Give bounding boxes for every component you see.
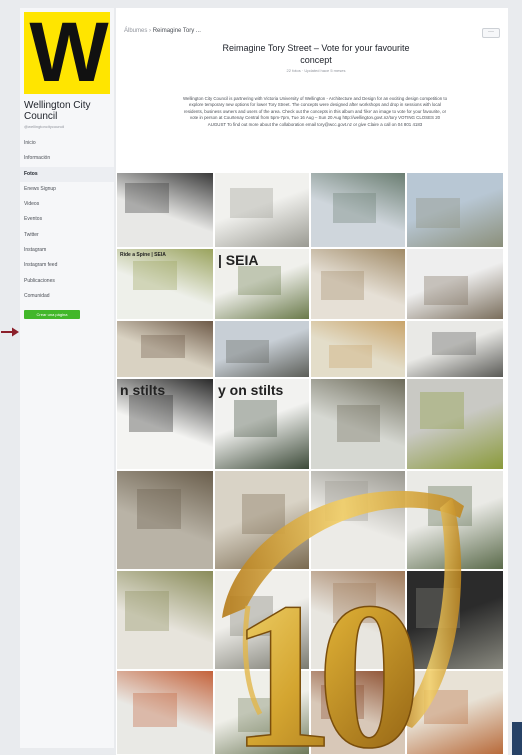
- album-photo[interactable]: [116, 670, 214, 755]
- album-photo[interactable]: [406, 172, 504, 248]
- sidebar-item-eventos[interactable]: Eventos: [20, 212, 114, 227]
- album-title: Reimagine Tory Street – Vote for your fa…: [222, 43, 410, 65]
- photo-detail: [133, 261, 178, 290]
- photo-detail: [230, 596, 274, 636]
- album-photo[interactable]: [116, 320, 214, 378]
- album-photo[interactable]: [116, 470, 214, 570]
- album-photo[interactable]: [214, 172, 310, 248]
- photo-detail: [428, 486, 473, 526]
- sidebar-item-twitter[interactable]: Twitter: [20, 228, 114, 243]
- photo-grid: Ride a Spine | SEIA | SEIA n stilts y on st…: [116, 172, 508, 755]
- sidebar-item-instagram-feed[interactable]: Instagram feed: [20, 258, 114, 273]
- photo-detail: [234, 400, 278, 437]
- page-handle[interactable]: @wellingtoncitycouncil: [24, 124, 114, 129]
- album-panel: Álbumes › Reimagine Tory ... ··· Reimagi…: [116, 8, 508, 755]
- sidebar-item-instagram[interactable]: Instagram: [20, 243, 114, 258]
- photo-caption: n stilts: [120, 382, 166, 398]
- photo-detail: [125, 591, 170, 631]
- sidebar-item-informaci-n[interactable]: Información: [20, 151, 114, 166]
- album-photo[interactable]: Ride a Spine | SEIA: [116, 248, 214, 320]
- photo-detail: [321, 685, 365, 719]
- photo-detail: [325, 481, 369, 521]
- photo-detail: [424, 276, 469, 305]
- photo-detail: [226, 340, 270, 364]
- breadcrumb: Álbumes › Reimagine Tory ...: [124, 28, 201, 34]
- photo-caption: Ride a Spine | SEIA: [120, 252, 166, 258]
- sidebar-item-publicaciones[interactable]: Publicaciones: [20, 274, 114, 289]
- photo-detail: [333, 583, 377, 623]
- photo-detail: [125, 183, 170, 214]
- album-photo[interactable]: [310, 378, 406, 470]
- sidebar-nav: Inicio Información Fotos Enews Signup Videos…: [20, 136, 114, 304]
- sidebar: W Wellington City Council @wellingtoncit…: [20, 8, 114, 748]
- photo-detail: [137, 489, 182, 529]
- photo-detail: [238, 266, 282, 295]
- breadcrumb-separator: ›: [149, 28, 152, 34]
- album-photo[interactable]: [310, 470, 406, 570]
- album-photo[interactable]: [406, 570, 504, 670]
- album-photo[interactable]: [214, 670, 310, 755]
- create-page-button[interactable]: Crear una página: [24, 310, 80, 319]
- album-photo[interactable]: n stilts: [116, 378, 214, 470]
- page-name[interactable]: Wellington City Council: [24, 100, 114, 122]
- album-meta: 22 fotos · Updated hace 5 meses: [286, 68, 346, 73]
- album-photo[interactable]: [406, 320, 504, 378]
- sidebar-item-enews-signup[interactable]: Enews Signup: [20, 182, 114, 197]
- sidebar-item-comunidad[interactable]: Comunidad: [20, 289, 114, 304]
- sidebar-item-fotos[interactable]: Fotos: [20, 166, 114, 182]
- album-photo[interactable]: [406, 470, 504, 570]
- photo-detail: [432, 332, 477, 356]
- album-photo[interactable]: [214, 470, 310, 570]
- photo-detail: [333, 193, 377, 224]
- photo-detail: [230, 188, 274, 219]
- album-photo[interactable]: [310, 320, 406, 378]
- breadcrumb-current: Reimagine Tory ...: [152, 28, 201, 34]
- sidebar-item-inicio[interactable]: Inicio: [20, 136, 114, 151]
- photo-detail: [424, 690, 469, 724]
- photo-detail: [337, 405, 381, 442]
- album-photo[interactable]: [406, 670, 504, 755]
- photo-detail: [242, 494, 286, 534]
- album-description: Wellington City Council is partnering wi…: [182, 96, 448, 127]
- more-options-button[interactable]: ···: [482, 28, 500, 38]
- album-photo[interactable]: y on stilts: [214, 378, 310, 470]
- photo-detail: [420, 392, 465, 429]
- photo-detail: [416, 198, 461, 229]
- photo-detail: [129, 395, 174, 432]
- photo-detail: [141, 335, 186, 359]
- photo-detail: [329, 345, 373, 369]
- sidebar-item-videos[interactable]: Videos: [20, 197, 114, 212]
- photo-detail: [238, 698, 282, 732]
- album-photo[interactable]: [116, 172, 214, 248]
- album-photo[interactable]: [116, 570, 214, 670]
- album-photo[interactable]: [214, 570, 310, 670]
- album-photo[interactable]: [406, 248, 504, 320]
- corner-block: [512, 722, 522, 755]
- photo-detail: [321, 271, 365, 300]
- page-logo[interactable]: W: [24, 12, 110, 94]
- album-photo[interactable]: [310, 172, 406, 248]
- photo-caption: y on stilts: [218, 382, 284, 398]
- page: W Wellington City Council @wellingtoncit…: [0, 0, 522, 755]
- album-photo[interactable]: [310, 570, 406, 670]
- album-photo[interactable]: | SEIA: [214, 248, 310, 320]
- album-photo[interactable]: [310, 670, 406, 755]
- album-photo[interactable]: [214, 320, 310, 378]
- album-photo[interactable]: [310, 248, 406, 320]
- photo-detail: [133, 693, 178, 727]
- breadcrumb-albums-link[interactable]: Álbumes: [124, 28, 147, 34]
- logo-letter: W: [29, 12, 108, 94]
- pointer-arrow-icon: [1, 327, 19, 337]
- photo-caption: | SEIA: [218, 252, 259, 268]
- album-photo[interactable]: [406, 378, 504, 470]
- photo-detail: [416, 588, 461, 628]
